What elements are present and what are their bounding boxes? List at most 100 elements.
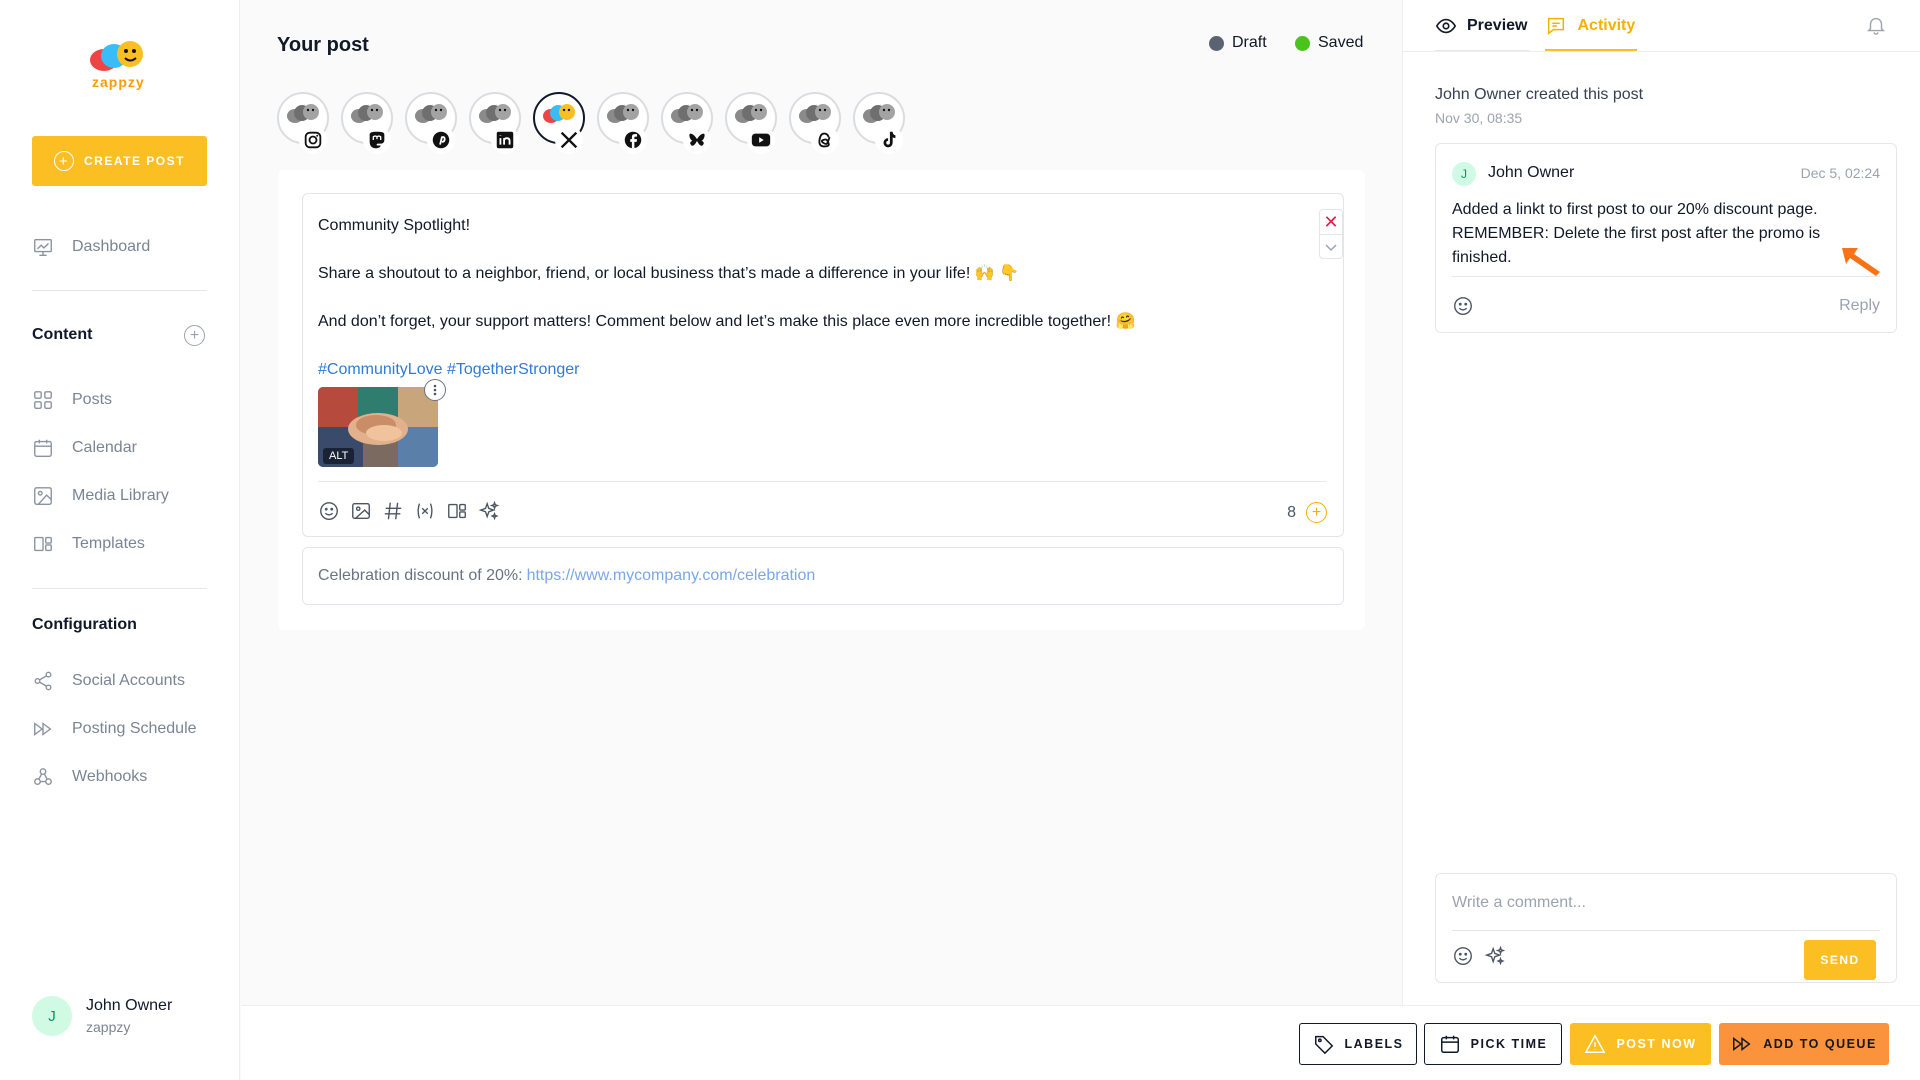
action-bar: LABELS PICK TIME POST NOW ADD TO QUEUE bbox=[241, 1005, 1920, 1080]
sidebar: zappzy + CREATE POST Dashboard Content +… bbox=[0, 0, 240, 1080]
facebook-icon bbox=[619, 126, 647, 154]
comment-body: Added a linkt to first post to our 20% d… bbox=[1452, 201, 1821, 266]
create-post-label: CREATE POST bbox=[84, 154, 185, 168]
character-counter: 8 + bbox=[1287, 502, 1327, 523]
account-mastodon[interactable] bbox=[341, 92, 393, 154]
pick-time-button[interactable]: PICK TIME bbox=[1424, 1023, 1562, 1065]
bell-icon[interactable] bbox=[1865, 14, 1887, 36]
tab-activity[interactable]: Activity bbox=[1545, 0, 1638, 52]
threads-icon bbox=[811, 126, 839, 154]
account-x[interactable] bbox=[533, 92, 585, 154]
create-post-button[interactable]: + CREATE POST bbox=[32, 136, 207, 186]
tag-icon bbox=[1314, 1035, 1333, 1055]
sidebar-item-templates[interactable]: Templates bbox=[32, 533, 145, 555]
sidebar-item-label: Webhooks bbox=[72, 768, 148, 785]
sidebar-item-webhooks[interactable]: Webhooks bbox=[32, 766, 147, 788]
fast-forward-icon bbox=[34, 722, 52, 736]
calendar-icon bbox=[1440, 1035, 1459, 1053]
avatar: J bbox=[32, 996, 72, 1036]
account-facebook[interactable] bbox=[597, 92, 649, 154]
comment-icon bbox=[1548, 17, 1565, 35]
post-line: And don’t forget, your support matters! … bbox=[318, 313, 1136, 330]
x-icon bbox=[555, 126, 583, 154]
sidebar-item-media-library[interactable]: Media Library bbox=[32, 485, 169, 507]
bluesky-icon bbox=[683, 126, 711, 154]
youtube-icon bbox=[747, 126, 775, 154]
emoji-icon[interactable] bbox=[1452, 945, 1474, 967]
hashtag-icon[interactable] bbox=[382, 500, 404, 522]
linkedin-icon bbox=[491, 126, 519, 154]
send-button[interactable]: SEND bbox=[1804, 940, 1876, 980]
account-youtube[interactable] bbox=[725, 92, 777, 154]
comment-date: Dec 5, 02:24 bbox=[1800, 165, 1880, 181]
calendar-icon bbox=[34, 439, 52, 457]
draft-dot bbox=[1209, 35, 1224, 51]
sidebar-item-posts[interactable]: Posts bbox=[32, 389, 112, 411]
add-to-queue-button-label: ADD TO QUEUE bbox=[1763, 1037, 1877, 1051]
attached-image[interactable]: ALT bbox=[318, 387, 438, 467]
labels-button-label: LABELS bbox=[1344, 1037, 1404, 1051]
instagram-icon bbox=[299, 126, 327, 154]
account-selector bbox=[277, 92, 905, 154]
activity-panel: Preview Activity John Owner created this… bbox=[1402, 0, 1920, 1005]
account-tiktok[interactable] bbox=[853, 92, 905, 154]
account-bluesky[interactable] bbox=[661, 92, 713, 154]
status-saved-label: Saved bbox=[1318, 34, 1364, 51]
reply-button[interactable]: Reply bbox=[1839, 297, 1880, 315]
tiktok-icon bbox=[875, 126, 903, 154]
emoji-icon[interactable] bbox=[1452, 295, 1474, 317]
account-pinterest[interactable] bbox=[405, 92, 457, 154]
sidebar-item-calendar[interactable]: Calendar bbox=[32, 437, 137, 459]
alt-badge[interactable]: ALT bbox=[323, 448, 355, 464]
divider bbox=[318, 481, 1326, 482]
post-now-button[interactable]: POST NOW bbox=[1570, 1023, 1711, 1065]
post-text[interactable]: Community Spotlight! Share a shoutout to… bbox=[318, 214, 1298, 382]
sidebar-item-label: Posts bbox=[72, 391, 113, 408]
add-to-queue-button[interactable]: ADD TO QUEUE bbox=[1719, 1023, 1889, 1065]
more-vertical-icon[interactable] bbox=[424, 379, 446, 401]
ai-sparkle-icon[interactable] bbox=[1484, 945, 1506, 967]
divider bbox=[1452, 930, 1880, 931]
plus-icon: + bbox=[54, 151, 75, 171]
add-circle-icon[interactable]: + bbox=[1306, 502, 1327, 523]
mastodon-icon bbox=[363, 126, 391, 154]
emoji-icon[interactable] bbox=[318, 500, 340, 522]
sidebar-item-posting-schedule[interactable]: Posting Schedule bbox=[32, 718, 197, 740]
divider bbox=[32, 290, 207, 291]
ai-sparkle-icon[interactable] bbox=[478, 500, 500, 522]
account-linkedin[interactable] bbox=[469, 92, 521, 154]
add-content-button[interactable]: + bbox=[184, 325, 205, 346]
variable-icon[interactable] bbox=[414, 500, 436, 522]
editor-card: Community Spotlight! Share a shoutout to… bbox=[278, 170, 1365, 630]
post-editor[interactable]: Community Spotlight! Share a shoutout to… bbox=[302, 193, 1344, 537]
templates-icon[interactable] bbox=[446, 500, 468, 522]
comment-input[interactable] bbox=[1452, 888, 1872, 918]
tab-preview[interactable]: Preview bbox=[1435, 0, 1530, 52]
status-saved: Saved bbox=[1295, 34, 1363, 52]
editor-side-controls: ✕ bbox=[1319, 209, 1343, 259]
editor-toolbar bbox=[318, 500, 500, 522]
sidebar-item-social-accounts[interactable]: Social Accounts bbox=[32, 670, 185, 692]
saved-dot bbox=[1295, 35, 1310, 51]
post-line: Community Spotlight! bbox=[318, 217, 471, 234]
first-comment-field[interactable]: Celebration discount of 20%: https://www… bbox=[302, 547, 1344, 605]
comment-author: John Owner bbox=[1488, 164, 1575, 181]
sidebar-item-label: Dashboard bbox=[72, 238, 151, 255]
account-threads[interactable] bbox=[789, 92, 841, 154]
chevron-down-icon[interactable] bbox=[1320, 235, 1342, 259]
image-icon[interactable] bbox=[350, 500, 372, 522]
grid-icon bbox=[34, 391, 52, 409]
char-count-value: 8 bbox=[1287, 503, 1296, 521]
panel-tabs: Preview Activity bbox=[1435, 0, 1638, 52]
sidebar-item-dashboard[interactable]: Dashboard bbox=[32, 236, 150, 258]
first-comment-link[interactable]: https://www.mycompany.com/celebration bbox=[527, 567, 816, 585]
labels-button[interactable]: LABELS bbox=[1299, 1023, 1417, 1065]
post-hashtags[interactable]: #CommunityLove #TogetherStronger bbox=[318, 358, 1298, 382]
user-profile[interactable]: J John Owner zappzy bbox=[32, 996, 172, 1036]
page-title: Your post bbox=[277, 34, 369, 56]
divider bbox=[1452, 276, 1880, 277]
activity-created-date: Nov 30, 08:35 bbox=[1435, 110, 1523, 126]
account-instagram[interactable] bbox=[277, 92, 329, 154]
close-icon[interactable]: ✕ bbox=[1320, 210, 1342, 235]
user-org: zappzy bbox=[86, 1019, 131, 1035]
